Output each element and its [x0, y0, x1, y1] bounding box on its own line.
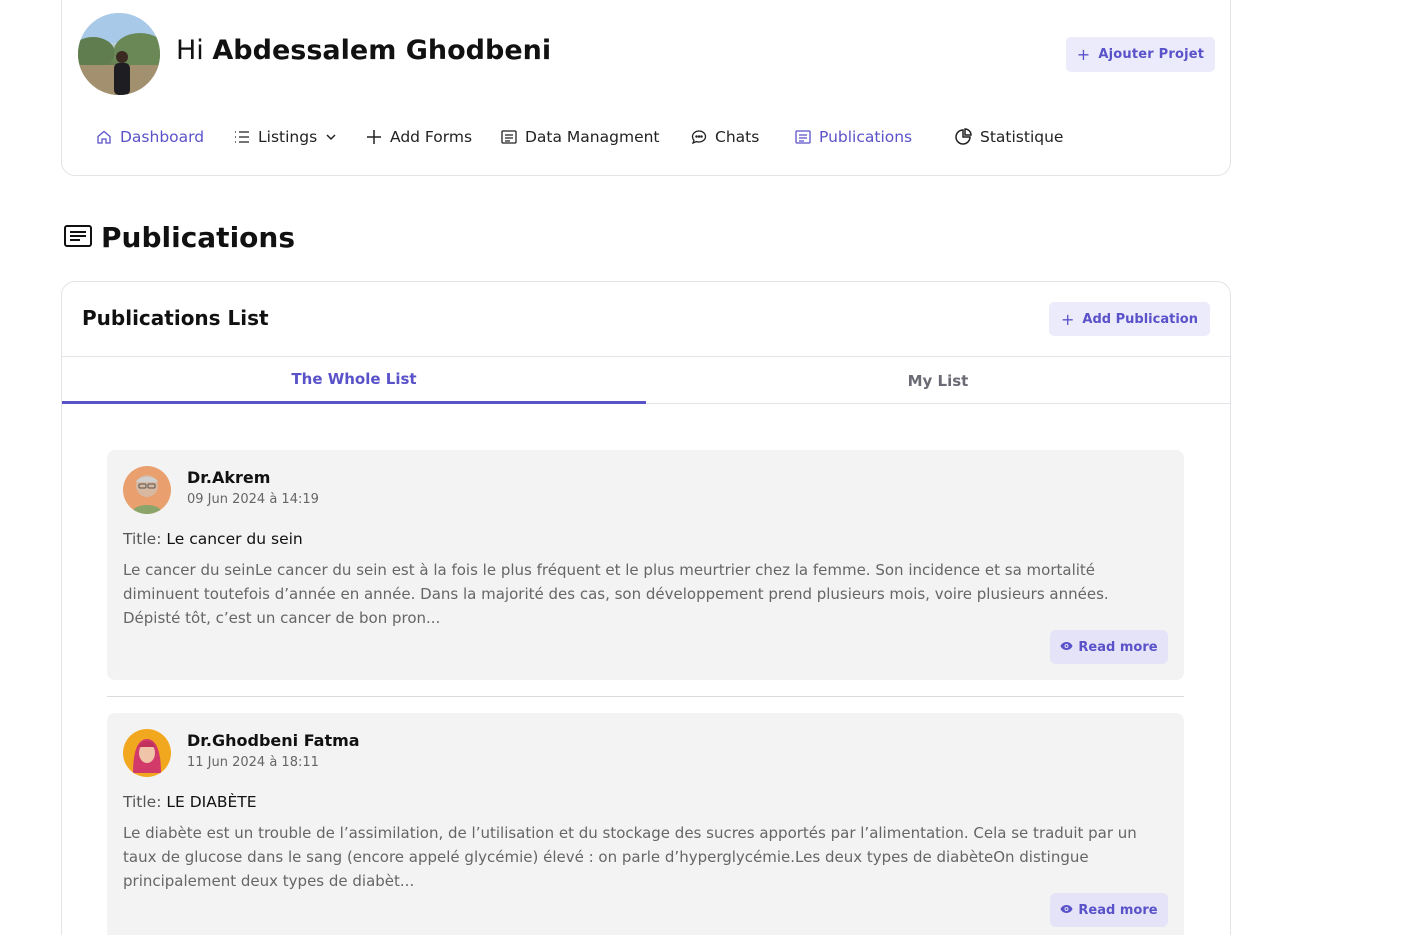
title-label: Title:: [123, 530, 162, 548]
publication-card: Dr.Ghodbeni Fatma 11 Jun 2024 à 18:11 Ti…: [107, 713, 1184, 935]
greeting-prefix: Hi: [176, 35, 204, 66]
nav-item-dashboard[interactable]: Dashboard: [96, 128, 204, 146]
publication-date: 09 Jun 2024 à 14:19: [187, 492, 319, 507]
nav-label: Publications: [819, 128, 913, 146]
eye-icon: [1060, 903, 1073, 918]
document-icon: [501, 130, 517, 144]
eye-icon: [1060, 640, 1073, 655]
nav-label: Chats: [715, 128, 760, 146]
greeting-heading: Hi Abdessalem Ghodbeni: [176, 35, 551, 66]
publication-excerpt: Le cancer du seinLe cancer du sein est à…: [123, 561, 1109, 627]
nav-item-statistique[interactable]: Statistique: [954, 128, 1063, 146]
list-title: Publications List: [82, 306, 269, 330]
plus-icon: +: [1076, 45, 1091, 64]
nav-item-add-forms[interactable]: Add Forms: [366, 128, 472, 146]
read-more-button[interactable]: Read more: [1050, 630, 1168, 664]
add-project-button[interactable]: + Ajouter Projet: [1066, 37, 1215, 72]
publications-list-card: Publications List + Add Publication The …: [61, 281, 1231, 935]
newspaper-icon: [63, 224, 93, 252]
list-tabs: The Whole List My List: [62, 356, 1230, 404]
add-publication-button[interactable]: + Add Publication: [1049, 302, 1210, 336]
publication-excerpt: Le diabète est un trouble de l’assimilat…: [123, 824, 1137, 890]
divider: [107, 696, 1184, 697]
add-publication-label: Add Publication: [1082, 311, 1198, 327]
nav-label: Listings: [258, 128, 318, 146]
publication-title: Title: LE DIABÈTE: [123, 793, 257, 811]
user-avatar[interactable]: [78, 13, 160, 95]
nav-label: Statistique: [980, 128, 1064, 146]
nav-item-data-managment[interactable]: Data Managment: [501, 128, 660, 146]
home-icon: [96, 129, 112, 145]
chat-icon: [691, 129, 707, 145]
nav-label: Dashboard: [120, 128, 205, 146]
read-more-button[interactable]: Read more: [1050, 893, 1168, 927]
read-more-label: Read more: [1078, 639, 1158, 655]
author-avatar: [123, 729, 171, 777]
nav-label: Add Forms: [390, 128, 473, 146]
plus-icon: [366, 129, 382, 145]
plus-icon: +: [1061, 309, 1075, 329]
publication-date: 11 Jun 2024 à 18:11: [187, 755, 319, 770]
read-more-label: Read more: [1078, 902, 1158, 918]
author-name: Dr.Ghodbeni Fatma: [187, 731, 360, 750]
list-icon: [234, 130, 250, 144]
user-name: Abdessalem Ghodbeni: [212, 35, 552, 66]
publication-title: Title: Le cancer du sein: [123, 530, 303, 548]
author-name: Dr.Akrem: [187, 468, 271, 487]
title-label: Title:: [123, 793, 162, 811]
title-value: LE DIABÈTE: [166, 793, 257, 811]
author-avatar: [123, 466, 171, 514]
add-project-label: Ajouter Projet: [1098, 47, 1205, 62]
nav-label: Data Managment: [525, 128, 660, 146]
profile-header-card: Hi Abdessalem Ghodbeni + Ajouter Projet …: [61, 0, 1231, 176]
chevron-down-icon: [325, 133, 337, 141]
newspaper-icon: [795, 130, 811, 144]
tab-label: The Whole List: [291, 370, 417, 388]
pie-chart-icon: [954, 128, 972, 146]
page-title: Publications: [101, 221, 296, 254]
title-value: Le cancer du sein: [166, 530, 303, 548]
publication-card: Dr.Akrem 09 Jun 2024 à 14:19 Title: Le c…: [107, 450, 1184, 680]
nav-item-chats[interactable]: Chats: [691, 128, 759, 146]
nav-item-listings[interactable]: Listings: [234, 128, 337, 146]
page-header: Publications: [63, 221, 295, 254]
tab-my-list[interactable]: My List: [646, 357, 1230, 404]
tab-whole-list[interactable]: The Whole List: [62, 357, 646, 404]
nav-item-publications[interactable]: Publications: [795, 128, 912, 146]
tab-label: My List: [907, 371, 969, 390]
